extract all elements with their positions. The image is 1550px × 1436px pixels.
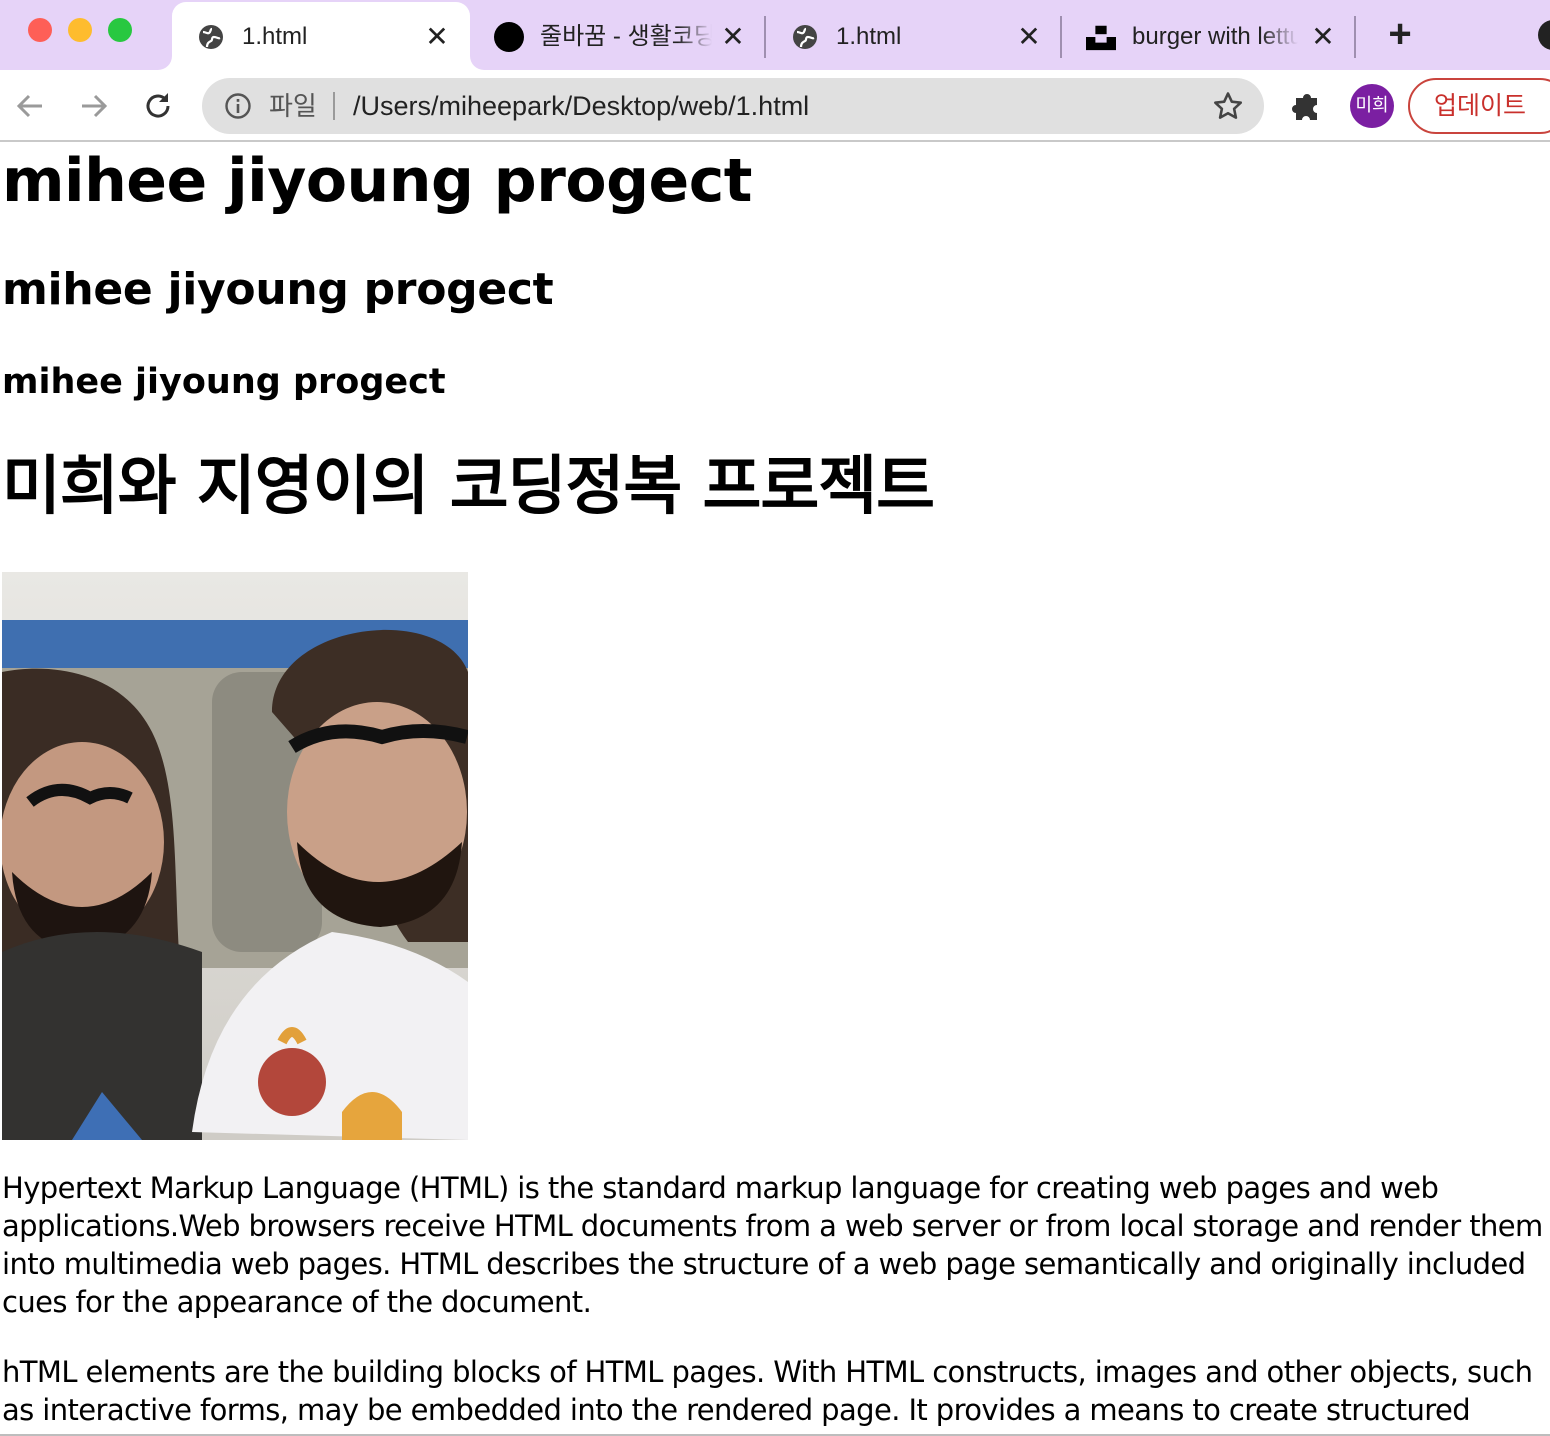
new-tab-button[interactable]: +	[1383, 14, 1417, 54]
forward-arrow-icon[interactable]	[76, 88, 112, 124]
tab-close-icon[interactable]: ✕	[1308, 22, 1338, 52]
minimize-window-button[interactable]	[68, 18, 92, 42]
address-bar[interactable]: 파일 /Users/miheepark/Desktop/web/1.html	[202, 78, 1264, 134]
site-info-icon[interactable]	[224, 92, 252, 120]
tab-title: 줄바꿈 - 생활코딩	[540, 23, 712, 50]
tab-separator	[1354, 16, 1356, 58]
update-button[interactable]: 업데이트	[1408, 78, 1550, 134]
tab-close-icon[interactable]: ✕	[422, 22, 452, 52]
heading-1: mihee jiyoung progect	[2, 146, 752, 216]
extensions-puzzle-icon[interactable]	[1288, 86, 1328, 126]
back-arrow-icon[interactable]	[12, 88, 48, 124]
close-window-button[interactable]	[28, 18, 52, 42]
tab-1-html[interactable]: 1.html ✕	[766, 2, 1058, 70]
file-scheme-label: 파일	[269, 91, 317, 121]
tab-burger-with-lettuce[interactable]: burger with lettuce ✕	[1062, 2, 1352, 70]
tab-search-icon[interactable]	[1538, 20, 1550, 50]
bookmark-star-icon[interactable]	[1212, 90, 1244, 122]
tab-saenghwal-coding[interactable]: 줄바꿈 - 생활코딩 ✕	[470, 2, 760, 70]
tab-title: 1.html	[242, 23, 308, 50]
html-elements-paragraph: hTML elements are the building blocks of…	[2, 1355, 1533, 1434]
url-text[interactable]: /Users/miheepark/Desktop/web/1.html	[353, 90, 809, 122]
omnibox-divider	[333, 92, 335, 120]
globe-icon	[196, 22, 226, 52]
page-content: mihee jiyoung progect mihee jiyoung prog…	[0, 144, 1550, 1434]
black-circle-icon	[494, 22, 524, 52]
tab-1-html-active[interactable]: 1.html ✕	[172, 2, 470, 70]
html-description-paragraph: Hypertext Markup Language (HTML) is the …	[2, 1171, 1543, 1319]
tab-strip: 1.html ✕ 줄바꿈 - 생활코딩 ✕ 1.html ✕ burger wi…	[0, 0, 1550, 70]
tab-close-icon[interactable]: ✕	[718, 22, 748, 52]
maximize-window-button[interactable]	[108, 18, 132, 42]
tab-title: burger with lettuce	[1132, 23, 1298, 50]
browser-toolbar: 파일 /Users/miheepark/Desktop/web/1.html 미…	[0, 70, 1550, 142]
globe-icon	[790, 22, 820, 52]
unsplash-icon	[1086, 22, 1116, 52]
korean-heading: 미희와 지영이의 코딩정복 프로젝트	[2, 450, 935, 524]
profile-avatar[interactable]: 미희	[1350, 84, 1394, 128]
tab-close-icon[interactable]: ✕	[1014, 22, 1044, 52]
photo-two-people	[2, 572, 468, 1140]
heading-2: mihee jiyoung progect	[2, 264, 554, 315]
heading-3: mihee jiyoung progect	[2, 362, 446, 402]
reload-icon[interactable]	[140, 88, 176, 124]
tab-title: 1.html	[836, 23, 902, 50]
